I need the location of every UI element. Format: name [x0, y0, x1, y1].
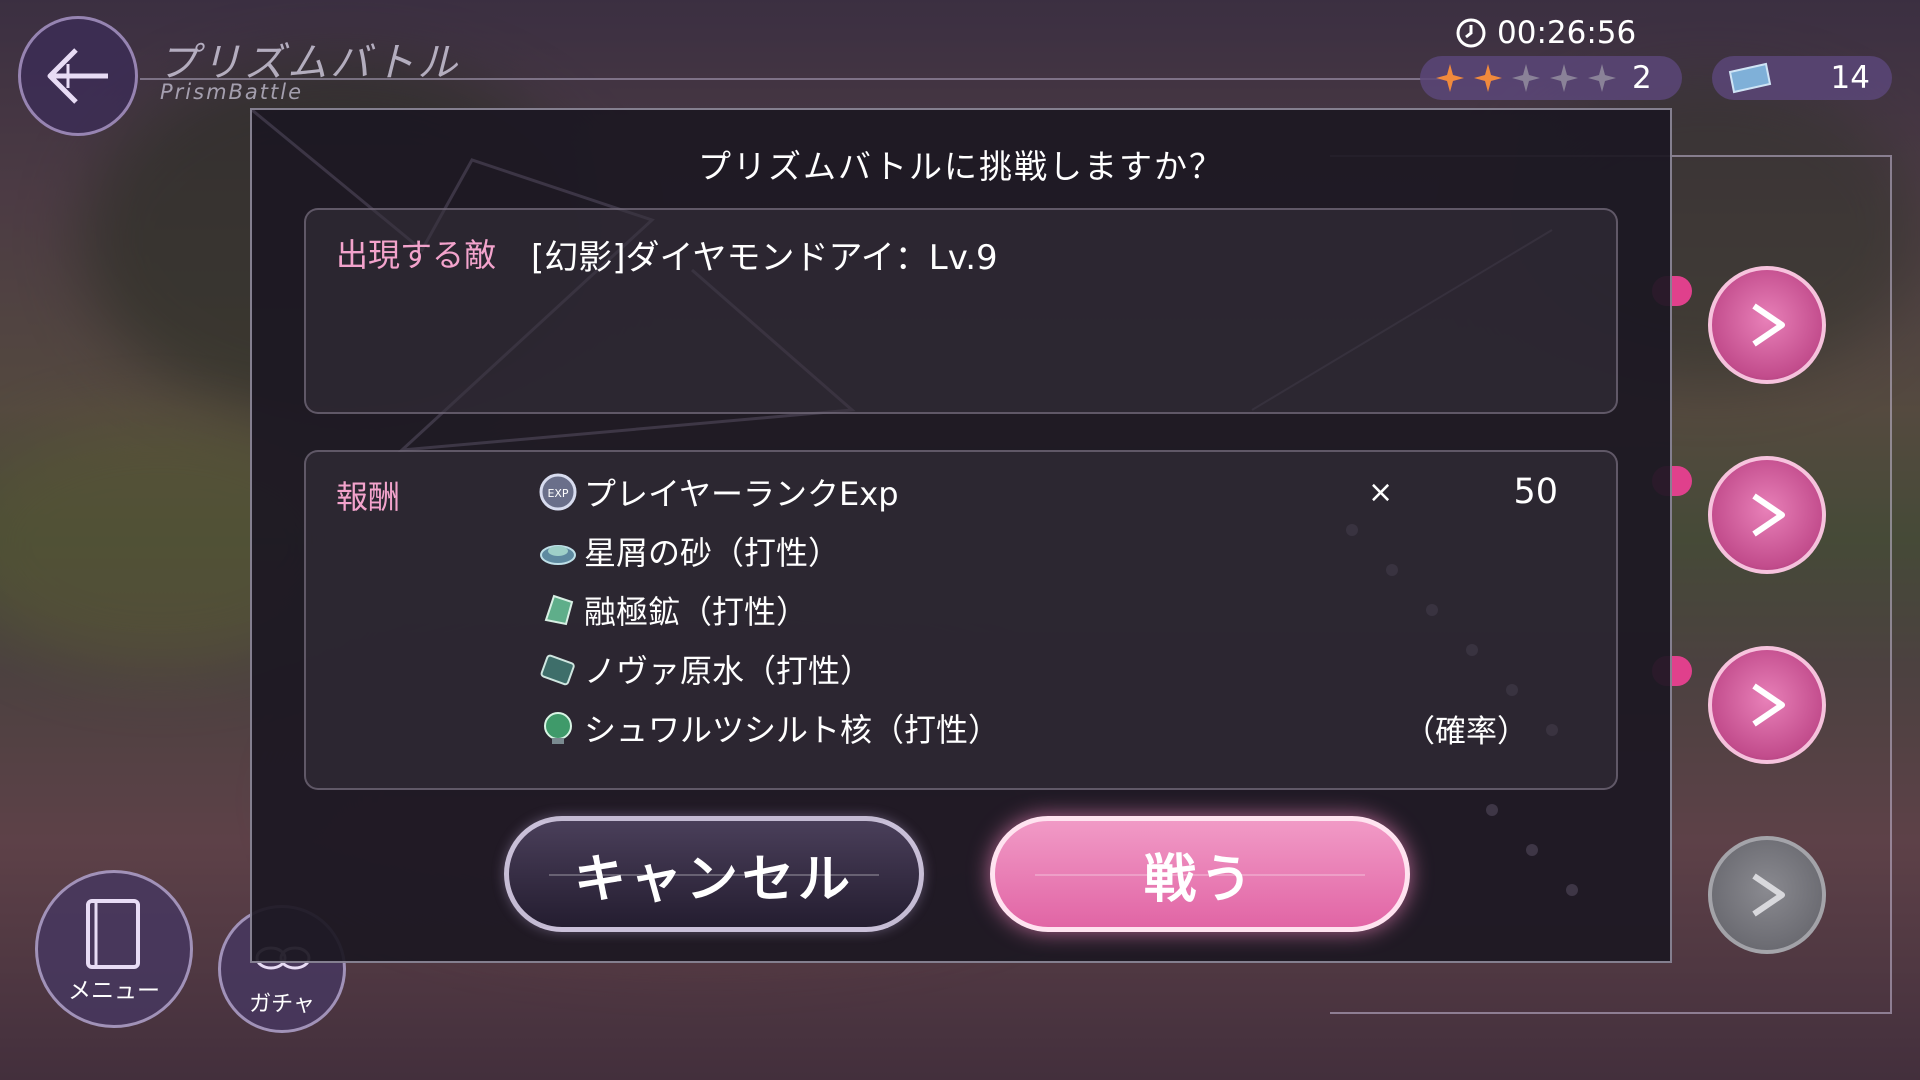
stars-count: 2 [1632, 60, 1652, 96]
menu-label: メニュー [68, 978, 160, 1004]
gacha-label: ガチャ [249, 992, 315, 1017]
fight-button-label: 戦う [1143, 849, 1256, 910]
reward-label: 報酬 [336, 478, 401, 516]
timer-value: 00:26:56 [1497, 15, 1637, 51]
reward-probability-note: （確率） [1404, 713, 1528, 750]
stage-select-button-locked [1708, 836, 1826, 954]
timer: 00:26:56 [1455, 12, 1636, 54]
reward-row: EXP プレイヤーランクExp × 50 [538, 466, 1598, 518]
ticket-count: 14 [1830, 60, 1870, 96]
stardust-sand-icon [540, 545, 576, 565]
reward-name: プレイヤーランクExp [584, 475, 899, 513]
svg-text:EXP: EXP [547, 487, 568, 500]
star-filled-icon [1474, 64, 1502, 92]
enemy-panel: 出現する敵 [幻影]ダイヤモンドアイ：Lv.9 [304, 208, 1618, 414]
exp-icon: EXP [539, 473, 577, 511]
cancel-button[interactable]: キャンセル [504, 816, 924, 932]
chevron-right-icon [1752, 303, 1785, 347]
fusion-ore-icon [544, 594, 574, 626]
reward-row: 星屑の砂（打性） [538, 525, 1598, 577]
menu-button[interactable]: メニュー [35, 870, 193, 1028]
reward-quantity: 50 [1513, 472, 1558, 512]
chevron-right-icon [1752, 873, 1785, 917]
schwarzschild-core-icon [544, 712, 572, 744]
back-button[interactable] [18, 16, 138, 136]
reward-multiplier: × [1368, 474, 1394, 510]
star-empty-icon [1512, 64, 1540, 92]
ticket-icon [1728, 62, 1772, 94]
reward-row: ノヴァ原水（打性） [538, 643, 1598, 695]
stage-select-button[interactable] [1708, 456, 1826, 574]
reward-name: ノヴァ原水（打性） [584, 652, 873, 690]
dialog-title: プリズムバトルに挑戦しますか？ [698, 147, 1224, 186]
nova-water-icon [540, 654, 575, 686]
reward-name: 星屑の砂（打性） [584, 534, 841, 572]
challenge-dialog: プリズムバトルに挑戦しますか？ 出現する敵 [幻影]ダイヤモンドアイ：Lv.9 … [250, 108, 1672, 963]
reward-row: 融極鉱（打性） [538, 584, 1598, 636]
chevron-right-icon [1752, 493, 1785, 537]
back-arrow-icon [47, 48, 108, 104]
reward-panel: 報酬 EXP プレイヤーランクExp × 50 星屑の砂（打性） 融極鉱（打性） [304, 450, 1618, 790]
reward-name: シュワルツシルト核（打性） [584, 711, 1001, 749]
difficulty-stars: 2 [1420, 56, 1682, 100]
cancel-button-label: キャンセル [573, 849, 854, 910]
book-icon [86, 899, 140, 969]
star-filled-icon [1436, 64, 1464, 92]
star-empty-icon [1588, 64, 1616, 92]
screen-subtitle: PrismBattle [160, 80, 304, 104]
chevron-right-icon [1752, 683, 1785, 727]
stage-select-button[interactable] [1708, 646, 1826, 764]
reward-name: 融極鉱（打性） [584, 593, 809, 631]
enemy-name: [幻影]ダイヤモンドアイ：Lv.9 [531, 238, 998, 278]
clock-icon [1456, 18, 1486, 48]
enemy-label: 出現する敵 [336, 236, 497, 274]
star-empty-icon [1550, 64, 1578, 92]
ticket-counter: 14 [1712, 56, 1892, 100]
reward-row: シュワルツシルト核（打性） （確率） [538, 702, 1598, 754]
stage-select-button[interactable] [1708, 266, 1826, 384]
fight-button[interactable]: 戦う [990, 816, 1410, 932]
